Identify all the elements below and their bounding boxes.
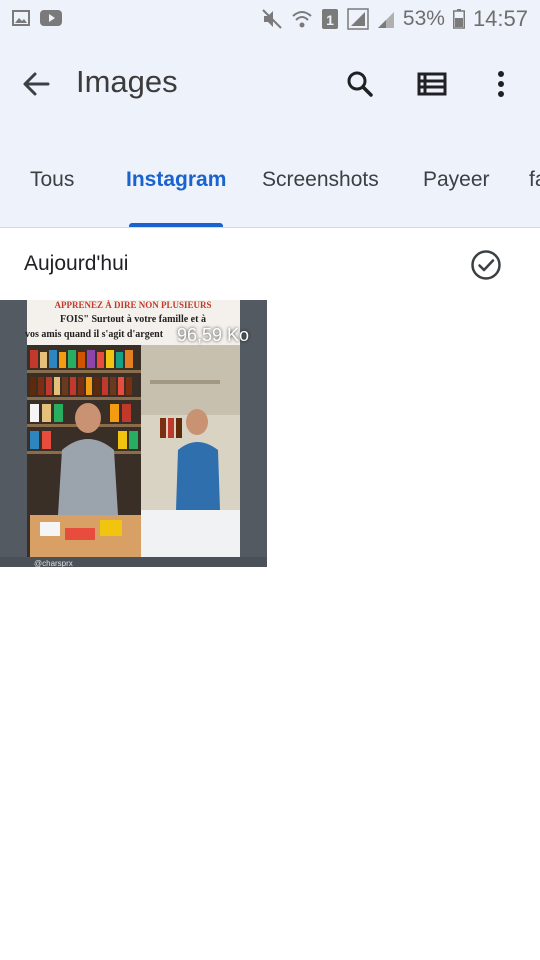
tab-instagram[interactable]: Instagram xyxy=(126,168,226,192)
check-circle-icon xyxy=(471,250,501,280)
tab-partial[interactable]: fa xyxy=(529,168,540,192)
battery-percent: 53% xyxy=(402,7,445,30)
signal-icon-secondary xyxy=(377,8,395,30)
wifi-icon xyxy=(291,8,313,30)
mute-icon xyxy=(261,8,283,30)
signal-icon xyxy=(347,8,369,30)
more-vert-icon xyxy=(498,71,504,97)
sim-slot-icon: 1 xyxy=(321,8,339,30)
photo-caption-line-1: APPRENEZ À DIRE NON PLUSIEURS xyxy=(54,300,211,310)
view-mode-button[interactable] xyxy=(414,66,450,102)
search-icon xyxy=(347,71,373,97)
active-tab-indicator xyxy=(129,223,223,227)
photo-watermark: @charsprx xyxy=(34,559,73,567)
tab-screenshots[interactable]: Screenshots xyxy=(262,168,379,192)
folder-tabs: Tous Instagram Screenshots Payeer fa xyxy=(0,130,540,228)
search-button[interactable] xyxy=(342,66,378,102)
app-bar: Images xyxy=(0,38,540,130)
photo-caption-line-2: FOIS" Surtout à votre famille et à xyxy=(60,314,206,325)
select-all-button[interactable] xyxy=(469,248,503,282)
list-view-icon xyxy=(417,72,447,96)
back-button[interactable] xyxy=(18,66,54,102)
arrow-back-icon xyxy=(23,72,50,96)
tab-tous[interactable]: Tous xyxy=(30,168,74,192)
clock: 14:57 xyxy=(472,6,528,31)
image-thumbnail[interactable]: APPRENEZ À DIRE NON PLUSIEURS FOIS" Surt… xyxy=(0,300,267,567)
status-bar: 1 53% 14:57 xyxy=(0,0,540,38)
tab-payeer[interactable]: Payeer xyxy=(423,168,490,192)
youtube-notification-icon xyxy=(40,10,62,26)
page-title: Images xyxy=(76,64,178,99)
battery-icon xyxy=(452,9,465,29)
date-section-title: Aujourd'hui xyxy=(24,252,129,275)
gallery-notification-icon xyxy=(12,10,30,26)
more-options-button[interactable] xyxy=(483,66,519,102)
svg-text:1: 1 xyxy=(326,12,334,28)
photo-caption-line-3: vos amis quand il s'agit d'argent xyxy=(25,329,164,340)
file-size-label: 96,59 Ko xyxy=(176,325,249,345)
